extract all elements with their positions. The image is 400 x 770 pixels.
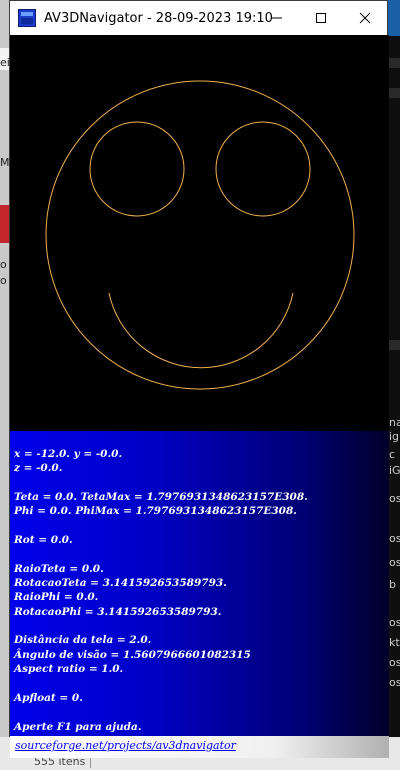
left-eye	[89, 121, 185, 217]
info-line	[14, 705, 308, 719]
background-text: o	[0, 274, 7, 287]
background-text: kt	[389, 636, 400, 649]
background-text: os	[389, 656, 400, 669]
title-bar[interactable]: AV3DNavigator - 28-09-2023 19:10	[10, 1, 387, 35]
smiley-drawing	[45, 80, 355, 390]
close-button[interactable]	[343, 1, 387, 35]
info-line: x = -12.0. y = -0.0.	[14, 448, 123, 460]
info-panel: x = -12.0. y = -0.0. z = -0.0. Teta = 0.0.…	[10, 431, 389, 758]
info-line: RotacaoPhi = 3.141592653589793.	[14, 605, 222, 618]
maximize-icon	[316, 13, 326, 23]
close-icon	[359, 12, 371, 24]
background-text: c	[389, 448, 396, 461]
info-line	[14, 677, 308, 691]
app-icon[interactable]	[18, 9, 36, 27]
background-text: os	[389, 616, 400, 629]
minimize-button[interactable]	[255, 1, 299, 35]
background-stripe	[388, 58, 400, 68]
info-lines: x = -12.0. y = -0.0. z = -0.0. Teta = 0.0.…	[14, 447, 308, 734]
background-text: ig	[389, 430, 400, 443]
window-controls	[255, 1, 387, 35]
info-line: Teta = 0.0. TetaMax = 1.7976931348623157…	[14, 491, 308, 504]
info-line: Apfloat = 0.	[14, 691, 83, 704]
info-line: z = -0.0.	[14, 462, 63, 475]
3d-viewport[interactable]	[10, 35, 389, 431]
project-link-bar: sourceforge.net/projects/av3dnavigator	[10, 736, 389, 758]
info-line: RotacaoTeta = 3.141592653589793.	[14, 577, 227, 590]
maximize-button[interactable]	[299, 1, 343, 35]
info-line: Distância da tela = 2.0.	[14, 634, 152, 647]
info-line: Aspect ratio = 1.0.	[14, 663, 124, 676]
info-line: Phi = 0.0. PhiMax = 1.7976931348623157E3…	[14, 505, 297, 518]
info-line: Ângulo de visão = 1.5607966601082315	[14, 648, 251, 661]
background-text: b	[389, 578, 396, 591]
background-titlebar	[388, 0, 400, 36]
background-text: na	[389, 416, 400, 429]
info-line	[14, 619, 308, 633]
app-window: AV3DNavigator - 28-09-2023 19:10 x = -12…	[9, 0, 389, 758]
info-line: RaioTeta = 0.0.	[14, 562, 104, 575]
project-link[interactable]: sourceforge.net/projects/av3dnavigator	[15, 739, 236, 752]
info-line: Aperte F1 para ajuda.	[14, 720, 142, 733]
background-text: iG	[389, 464, 400, 477]
background-stripe	[388, 340, 400, 350]
window-title: AV3DNavigator - 28-09-2023 19:10	[44, 10, 273, 26]
background-text: os	[389, 556, 400, 569]
background-text: os	[389, 532, 400, 545]
info-line	[14, 547, 308, 561]
background-stripe	[388, 88, 400, 98]
info-line: RaioPhi = 0.0.	[14, 591, 99, 604]
info-line: Rot = 0.0.	[14, 534, 73, 547]
right-eye	[215, 121, 311, 217]
background-text: os	[389, 492, 400, 505]
minimize-icon	[272, 17, 282, 19]
background-red-icon	[0, 205, 9, 243]
info-line	[14, 519, 308, 533]
mouth	[108, 292, 294, 369]
background-text: o	[0, 258, 7, 271]
background-left-window: ei M o o	[0, 0, 10, 770]
info-line	[14, 476, 308, 490]
background-text: os	[389, 676, 400, 689]
face-outline	[45, 80, 355, 390]
background-right-window: na ig c iG os os os b os kt os os	[388, 0, 400, 770]
